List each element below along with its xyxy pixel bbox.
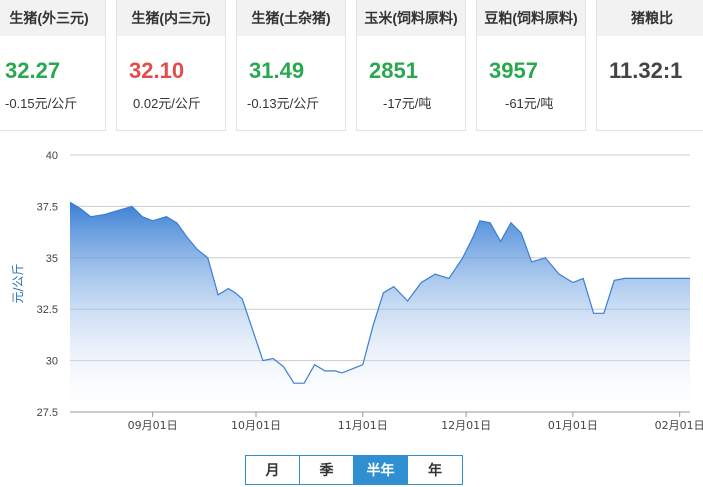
tab-year[interactable]: 年 bbox=[408, 456, 462, 484]
series-area bbox=[70, 202, 690, 412]
card-title: 生猪(外三元) bbox=[0, 0, 105, 36]
tab-half-year[interactable]: 半年 bbox=[354, 456, 408, 484]
x-tick-label: 02月01日 bbox=[655, 419, 703, 432]
card-price: 31.49 bbox=[249, 58, 305, 83]
card-title: 猪粮比 bbox=[597, 0, 703, 36]
card-title: 生猪(土杂猪) bbox=[237, 0, 345, 36]
price-area-chart: 27.5 30 32.5 35 37.5 40 元/公斤 09月01日 10月01日 11月01日… bbox=[11, 150, 703, 432]
card-corn[interactable]: 玉米(饲料原料) 2851 -17元/吨 bbox=[356, 0, 466, 131]
card-price: 32.10 bbox=[129, 58, 185, 83]
card-change: -0.15元/公斤 bbox=[5, 96, 78, 111]
y-axis-label: 元/公斤 bbox=[11, 263, 25, 303]
card-title: 豆粕(饲料原料) bbox=[477, 0, 585, 36]
y-tick-label: 30 bbox=[46, 356, 58, 368]
card-price: 32.27 bbox=[5, 58, 61, 83]
card-pig-neisanyuan[interactable]: 生猪(内三元) 32.10 0.02元/公斤 bbox=[116, 0, 226, 131]
tab-season[interactable]: 季 bbox=[300, 456, 354, 484]
x-tick-label: 01月01日 bbox=[548, 419, 598, 432]
card-price: 3957 bbox=[489, 58, 538, 83]
price-cards: 生猪(外三元) 32.27 -0.15元/公斤 生猪(内三元) 32.10 0.… bbox=[0, 0, 703, 140]
card-change: -17元/吨 bbox=[383, 96, 432, 111]
x-tick-label: 10月01日 bbox=[231, 419, 281, 432]
y-tick-label: 40 bbox=[46, 150, 58, 162]
y-tick-label: 27.5 bbox=[37, 407, 58, 419]
x-tick-label: 12月01日 bbox=[441, 419, 491, 432]
x-tick-label: 09月01日 bbox=[128, 419, 178, 432]
x-tick-label: 11月01日 bbox=[338, 419, 388, 432]
range-tabs: 月 季 半年 年 bbox=[245, 455, 463, 485]
card-price: 11.32:1 bbox=[609, 58, 683, 83]
card-change: -61元/吨 bbox=[505, 96, 554, 111]
card-title: 生猪(内三元) bbox=[117, 0, 225, 36]
card-pig-waisanyuan[interactable]: 生猪(外三元) 32.27 -0.15元/公斤 bbox=[0, 0, 106, 131]
card-pig-tuzazhu[interactable]: 生猪(土杂猪) 31.49 -0.13元/公斤 bbox=[236, 0, 346, 131]
tab-month[interactable]: 月 bbox=[246, 456, 300, 484]
card-change: 0.02元/公斤 bbox=[133, 96, 201, 111]
card-change: -0.13元/公斤 bbox=[247, 96, 320, 111]
card-title: 玉米(饲料原料) bbox=[357, 0, 465, 36]
y-tick-label: 35 bbox=[46, 253, 58, 265]
y-tick-label: 37.5 bbox=[37, 201, 58, 213]
card-price: 2851 bbox=[369, 58, 418, 83]
y-tick-label: 32.5 bbox=[37, 304, 58, 316]
card-pig-grain-ratio[interactable]: 猪粮比 11.32:1 bbox=[596, 0, 703, 131]
card-soybean-meal[interactable]: 豆粕(饲料原料) 3957 -61元/吨 bbox=[476, 0, 586, 131]
